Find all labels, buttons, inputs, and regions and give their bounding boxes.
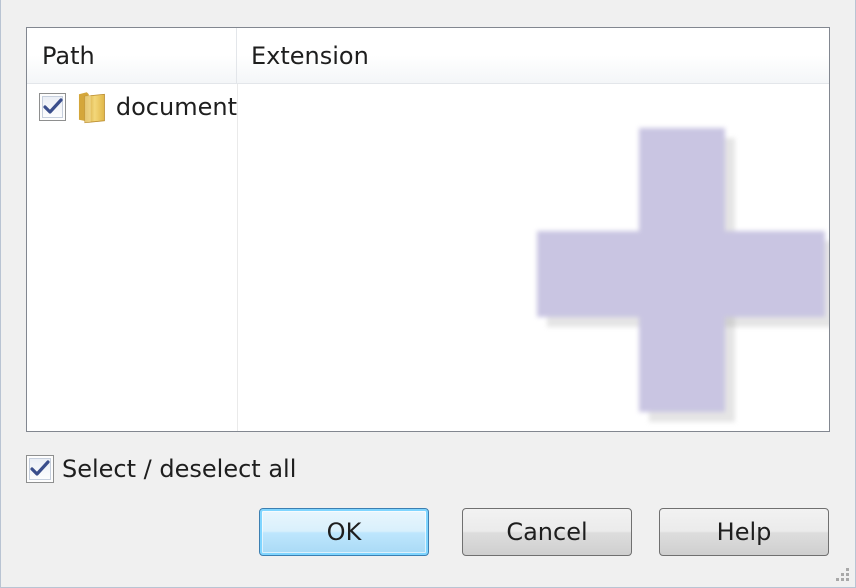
ok-button[interactable]: OK (259, 508, 429, 556)
cancel-button[interactable]: Cancel (462, 508, 632, 556)
resize-grip-icon[interactable] (835, 567, 849, 581)
row-label: document (115, 93, 237, 121)
add-plus-icon[interactable] (537, 128, 829, 422)
list-item[interactable]: document (27, 84, 237, 130)
path-list-view[interactable]: Path Extension document (26, 27, 830, 432)
select-all-checkbox[interactable] (26, 455, 54, 483)
checkmark-icon (30, 460, 50, 476)
column-separator (237, 84, 238, 431)
column-header-path-label: Path (42, 42, 95, 70)
list-header: Path Extension (27, 28, 829, 84)
select-all-label: Select / deselect all (62, 455, 297, 483)
select-all-toggle[interactable]: Select / deselect all (26, 453, 296, 485)
help-button[interactable]: Help (659, 508, 829, 556)
dialog-window: Path Extension document Select / deselec… (0, 0, 856, 588)
checkmark-icon (43, 98, 63, 114)
column-header-extension-label: Extension (251, 42, 369, 70)
column-header-path[interactable]: Path (27, 28, 237, 84)
row-checkbox[interactable] (39, 93, 67, 121)
column-header-extension[interactable]: Extension (237, 28, 829, 84)
folder-icon (79, 92, 106, 124)
